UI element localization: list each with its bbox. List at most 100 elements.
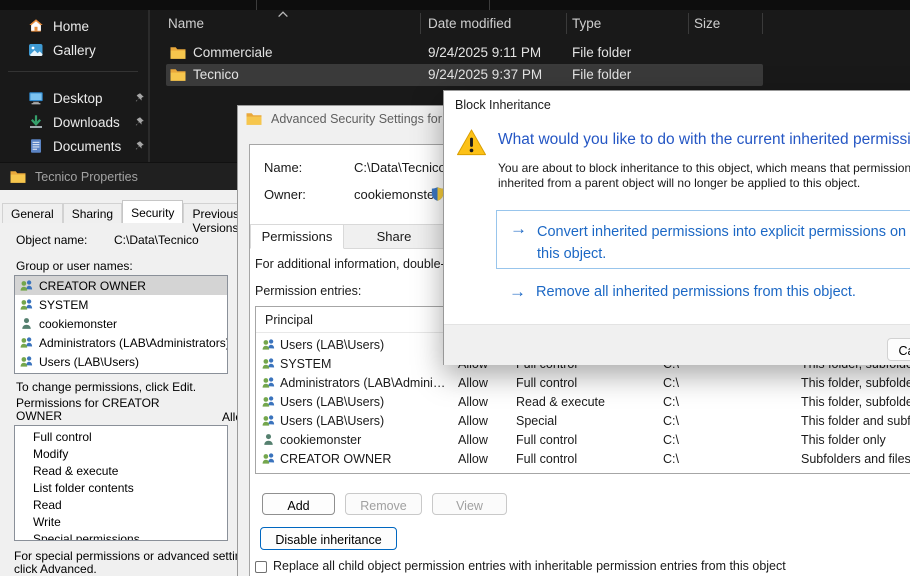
permission-entry-row[interactable]: Users (LAB\Users)AllowSpecialC:\This fol…	[256, 412, 910, 431]
folder-icon	[10, 170, 26, 184]
convert-permissions-label: Convert inherited permissions into expli…	[537, 221, 906, 265]
entry-inherited-from: C:\	[663, 452, 679, 466]
folder-icon	[170, 68, 186, 82]
entry-access: Allow	[458, 414, 488, 428]
principal-name: Administrators (LAB\Administrators)	[39, 336, 228, 350]
tab-previous-versions[interactable]: Previous Versions	[183, 203, 237, 223]
remove-permissions-option[interactable]: → Remove all inherited permissions from …	[496, 277, 910, 307]
tab-sharing[interactable]: Sharing	[63, 203, 122, 223]
permission-entry-row[interactable]: Users (LAB\Users)AllowRead & executeC:\T…	[256, 393, 910, 412]
sidebar-item-documents[interactable]: Documents	[0, 134, 148, 158]
entry-principal: SYSTEM	[280, 357, 450, 371]
view-button[interactable]: View	[432, 493, 507, 515]
permission-item[interactable]: List folder contents	[15, 481, 227, 498]
group-icon	[19, 335, 34, 350]
entry-type: Full control	[516, 452, 577, 466]
sidebar-divider	[8, 71, 138, 72]
group-icon	[261, 413, 276, 428]
pin-icon	[133, 116, 145, 128]
remove-permissions-label: Remove all inherited permissions from th…	[536, 284, 856, 300]
tab-permissions[interactable]: Permissions	[250, 224, 344, 249]
block-inheritance-body: You are about to block inheritance to th…	[498, 161, 910, 191]
column-divider[interactable]	[762, 13, 763, 34]
convert-permissions-option[interactable]: → Convert inherited permissions into exp…	[496, 210, 910, 269]
arrow-right-icon: →	[509, 282, 526, 302]
header-principal[interactable]: Principal	[265, 313, 313, 327]
principal-item[interactable]: Administrators (LAB\Administrators)	[15, 333, 227, 352]
column-header-name[interactable]: Name	[168, 16, 204, 34]
principal-name: SYSTEM	[39, 298, 88, 312]
cancel-button[interactable]: Cancel	[887, 338, 910, 361]
sidebar-item-downloads[interactable]: Downloads	[0, 110, 148, 134]
entry-principal: Users (LAB\Users)	[280, 338, 450, 352]
object-name-label: Object name:	[16, 233, 87, 247]
sidebar-item-label: Downloads	[53, 115, 120, 130]
tab-general[interactable]: General	[2, 203, 63, 223]
sidebar-item-gallery[interactable]: Gallery	[0, 38, 148, 62]
group-icon	[261, 375, 276, 390]
principal-name: cookiemonster	[39, 317, 117, 331]
disable-inheritance-button[interactable]: Disable inheritance	[260, 527, 397, 550]
gallery-icon	[28, 42, 44, 58]
permission-item[interactable]: Write	[15, 515, 227, 532]
entry-type: Full control	[516, 433, 577, 447]
column-header-date[interactable]: Date modified	[428, 16, 511, 34]
file-row-commerciale[interactable]: Commerciale9/24/2025 9:11 PMFile folder	[151, 42, 910, 64]
file-type: File folder	[572, 67, 631, 82]
user-icon	[261, 432, 276, 447]
principal-item[interactable]: SYSTEM	[15, 295, 227, 314]
permission-entries-label: Permission entries:	[255, 284, 361, 298]
permissions-list[interactable]: Full controlModifyRead & executeList fol…	[14, 425, 228, 541]
owner-label: Owner:	[264, 187, 306, 202]
sidebar-item-home[interactable]: Home	[0, 14, 148, 38]
tab-share[interactable]: Share	[344, 224, 445, 249]
principal-item[interactable]: CREATOR OWNER	[15, 276, 227, 295]
permission-item[interactable]: Read & execute	[15, 464, 227, 481]
group-user-names-list[interactable]: CREATOR OWNER SYSTEM cookiemonster Administ…	[14, 275, 228, 374]
permission-item[interactable]: Special permissions	[15, 532, 227, 541]
sidebar-item-desktop[interactable]: Desktop	[0, 86, 148, 110]
block-inheritance-title: Block Inheritance	[455, 98, 551, 112]
principal-item[interactable]: Users (LAB\Users)	[15, 352, 227, 371]
allow-column-header: Allow	[222, 410, 237, 424]
replace-permissions-checkbox[interactable]	[255, 561, 267, 573]
desktop-icon	[28, 90, 44, 106]
tab-security[interactable]: Security	[122, 200, 183, 223]
entry-applies-to: This folder and subfolders	[801, 414, 910, 428]
permission-entry-row[interactable]: Administrators (LAB\Administrators)Allow…	[256, 374, 910, 393]
permission-item[interactable]: Read	[15, 498, 227, 515]
entry-type: Special	[516, 414, 557, 428]
column-header-type[interactable]: Type	[572, 16, 601, 34]
permission-entry-row[interactable]: CREATOR OWNERAllowFull controlC:\Subfold…	[256, 450, 910, 469]
add-button[interactable]: Add	[262, 493, 335, 515]
sidebar-item-label: Home	[53, 19, 89, 34]
replace-permissions-label: Replace all child object permission entr…	[273, 559, 786, 573]
column-divider[interactable]	[688, 13, 689, 34]
entry-applies-to: This folder, subfolders and files	[801, 395, 910, 409]
remove-button[interactable]: Remove	[345, 493, 422, 515]
file-row-tecnico[interactable]: Tecnico9/24/2025 9:37 PMFile folder	[151, 64, 910, 86]
group-icon	[19, 297, 34, 312]
screen: Home Gallery Desktop Downloads Documents Nam…	[0, 0, 910, 576]
file-name: Commerciale	[193, 45, 273, 60]
entry-principal: cookiemonster	[280, 433, 450, 447]
column-divider[interactable]	[420, 13, 421, 34]
permission-item[interactable]: Full control	[15, 430, 227, 447]
toolbar-separator	[256, 0, 257, 10]
permission-item[interactable]: Modify	[15, 447, 227, 464]
group-icon	[19, 278, 34, 293]
entry-applies-to: Subfolders and files only	[801, 452, 910, 466]
properties-title-bar[interactable]: Tecnico Properties	[0, 163, 237, 190]
entry-type: Full control	[516, 376, 577, 390]
group-icon	[261, 394, 276, 409]
principal-name: Users (LAB\Users)	[39, 355, 139, 369]
permissions-for-label: Permissions for CREATOR	[16, 396, 160, 410]
principal-item[interactable]: cookiemonster	[15, 314, 227, 333]
permission-entry-row[interactable]: cookiemonsterAllowFull controlC:\This fo…	[256, 431, 910, 450]
sidebar-item-label: Gallery	[53, 43, 96, 58]
column-header-size[interactable]: Size	[694, 16, 720, 34]
dialog-footer: Cancel	[444, 324, 910, 365]
column-divider[interactable]	[566, 13, 567, 34]
warning-icon	[456, 128, 487, 157]
group-icon	[261, 337, 276, 352]
